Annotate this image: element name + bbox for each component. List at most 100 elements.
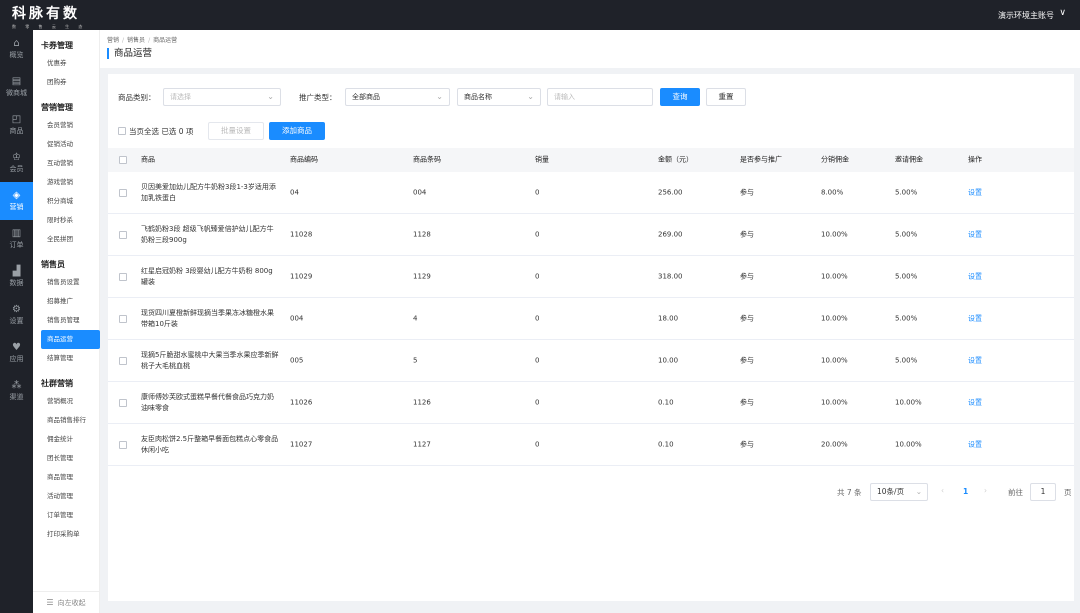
goto-page-input[interactable]: 1 [1030, 483, 1056, 501]
batch-settings-button[interactable]: 批量设置 [208, 122, 264, 140]
goto-label: 前往 [1008, 488, 1023, 497]
promotion-status: 参与 [740, 314, 754, 322]
rail-item[interactable]: ◈ 营销 [0, 182, 33, 220]
invite-commission: 5.00% [895, 272, 918, 280]
product-barcode: 5 [413, 356, 418, 364]
row-checkbox[interactable] [119, 230, 127, 239]
settings-link[interactable]: 设置 [968, 313, 982, 324]
row-checkbox[interactable] [119, 398, 127, 407]
rail-item[interactable]: ♔ 会员 [0, 144, 33, 182]
submenu-item[interactable]: 销售员管理 [41, 311, 100, 330]
page-size-select[interactable]: 10条/页 ⌄ [870, 483, 928, 501]
submenu-item[interactable]: 商品运营 [41, 330, 100, 349]
submenu-item[interactable]: 招募推广 [41, 292, 100, 311]
search-field-select[interactable]: 商品名称 ⌄ [457, 88, 541, 106]
table-row: 现摘5斤脆甜水蜜桃中大果当季水果应季新鲜桃子大毛桃血桃 005 5 0 10.00 参与 1… [108, 340, 1074, 382]
prev-page-button[interactable]: ‹ [941, 486, 944, 495]
submenu-item[interactable]: 全民拼团 [41, 230, 100, 249]
promotion-status: 参与 [740, 398, 754, 406]
sales-count: 0 [535, 398, 540, 406]
row-checkbox[interactable] [119, 272, 127, 281]
collapse-menu-button[interactable]: ☰ 向左收起 [33, 591, 99, 613]
sitemap-icon: ⁂ [11, 380, 22, 391]
submenu-item[interactable]: 商品管理 [41, 468, 100, 487]
table-row: 红星启冠奶粉 3段婴幼儿配方牛奶粉 800g罐装 11029 1129 0 318.00… [108, 256, 1074, 298]
submenu-item[interactable]: 营销概况 [41, 392, 100, 411]
submenu-item[interactable]: 商品销售排行 [41, 411, 100, 430]
submenu-item[interactable]: 销售员设置 [41, 273, 100, 292]
submenu-item[interactable]: 活动管理 [41, 487, 100, 506]
header-checkbox[interactable] [119, 156, 127, 164]
submenu-item[interactable]: 团购券 [41, 73, 100, 92]
distribution-commission: 20.00% [821, 440, 848, 448]
select-all-checkbox[interactable] [118, 127, 126, 135]
settings-link[interactable]: 设置 [968, 439, 982, 450]
submenu-group-title: 社群营销 [41, 379, 73, 388]
row-checkbox[interactable] [119, 188, 127, 197]
product-barcode: 4 [413, 314, 418, 322]
submenu-item[interactable]: 限时秒杀 [41, 211, 100, 230]
rail-item[interactable]: ▤ 微商城 [0, 68, 33, 106]
rail-item[interactable]: ⌂ 概览 [0, 30, 33, 68]
account-name[interactable]: 演示环境主账号 [998, 10, 1054, 21]
settings-link[interactable]: 设置 [968, 187, 982, 198]
submenu-item[interactable]: 团长管理 [41, 449, 100, 468]
sales-count: 0 [535, 356, 540, 364]
breadcrumb: 营销 / 销售员 / 商品运营 [107, 37, 178, 44]
promo-type-select[interactable]: 全部商品 ⌄ [345, 88, 450, 106]
brand-logo[interactable]: 科脉有数 数 零 售 云 生 态 [12, 3, 102, 30]
row-checkbox[interactable] [119, 440, 127, 449]
settings-link[interactable]: 设置 [968, 229, 982, 240]
tag-icon: ◈ [12, 190, 21, 201]
rail-item[interactable]: ▟ 数据 [0, 258, 33, 296]
submenu-item[interactable]: 会员营销 [41, 116, 100, 135]
submenu-item[interactable]: 互动营销 [41, 154, 100, 173]
submenu-item[interactable]: 促销活动 [41, 135, 100, 154]
row-checkbox[interactable] [119, 356, 127, 365]
menu-collapse-icon: ☰ [46, 598, 54, 607]
table-row: 现货四川夏橙新鲜现摘当季果冻冰糖橙水果带箱10斤装 004 4 0 18.00 参与 10.… [108, 298, 1074, 340]
rail-item[interactable]: ◰ 商品 [0, 106, 33, 144]
product-barcode: 1128 [413, 230, 431, 238]
submenu-item[interactable]: 优惠券 [41, 54, 100, 73]
promotion-status: 参与 [740, 356, 754, 364]
next-page-button[interactable]: › [984, 486, 987, 495]
select-all-text: 当页全选 已选 0 项 [129, 127, 194, 136]
category-select[interactable]: 请选择 ⌄ [163, 88, 281, 106]
chevron-down-icon[interactable]: ∨ [1059, 8, 1066, 18]
submenu-item[interactable]: 结算管理 [41, 349, 100, 368]
collapse-label: 向左收起 [57, 598, 86, 607]
column-header: 是否参与推广 [740, 155, 782, 164]
page-header: 营销 / 销售员 / 商品运营 商品运营 [100, 30, 1080, 68]
chevron-down-icon: ⌄ [915, 487, 922, 496]
reset-button[interactable]: 重置 [706, 88, 746, 106]
submenu-item[interactable]: 积分商城 [41, 192, 100, 211]
invite-commission: 10.00% [895, 398, 922, 406]
keyword-input[interactable]: 请输入 [547, 88, 653, 106]
breadcrumb-item[interactable]: 营销 [107, 37, 119, 44]
invite-commission: 5.00% [895, 230, 918, 238]
row-checkbox[interactable] [119, 314, 127, 323]
rail-item[interactable]: ⁂ 渠道 [0, 372, 33, 410]
category-label: 商品类别： [118, 93, 156, 102]
submenu-item[interactable]: 订单管理 [41, 506, 100, 525]
amount-value: 0.10 [658, 398, 674, 406]
submenu-item[interactable]: 打印采购单 [41, 525, 100, 544]
pagination: 共 7 条 10条/页 ⌄ ‹ 1 › 前往 1 页 [108, 482, 1074, 502]
rail-item[interactable]: ⚙ 设置 [0, 296, 33, 334]
settings-link[interactable]: 设置 [968, 271, 982, 282]
submenu-item[interactable]: 佣金统计 [41, 430, 100, 449]
rail-item[interactable]: ♥ 应用 [0, 334, 33, 372]
promotion-status: 参与 [740, 272, 754, 280]
current-page[interactable]: 1 [963, 487, 968, 496]
settings-link[interactable]: 设置 [968, 397, 982, 408]
page-title: 商品运营 [107, 48, 152, 59]
query-button[interactable]: 查询 [660, 88, 700, 106]
rail-item[interactable]: ▥ 订单 [0, 220, 33, 258]
breadcrumb-item[interactable]: 销售员 [127, 37, 145, 44]
settings-link[interactable]: 设置 [968, 355, 982, 366]
rail-item-label: 订单 [9, 241, 24, 249]
rail-item-label: 概览 [9, 51, 24, 59]
add-product-button[interactable]: 添加商品 [269, 122, 325, 140]
submenu-item[interactable]: 游戏营销 [41, 173, 100, 192]
